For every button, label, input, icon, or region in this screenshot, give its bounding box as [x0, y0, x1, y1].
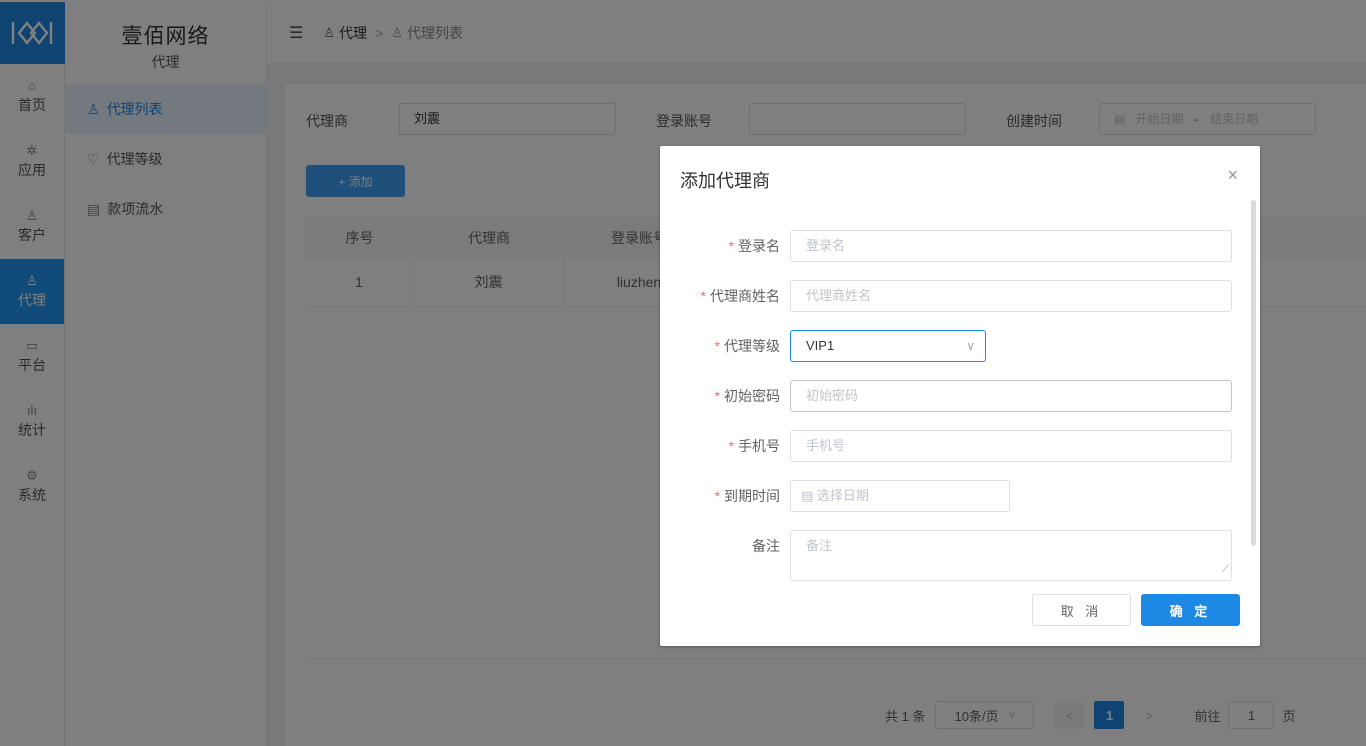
remark-textarea[interactable]: 备注 ⟋: [790, 530, 1232, 581]
expire-date-input[interactable]: ▤ 选择日期: [790, 480, 1010, 512]
agent-name-input[interactable]: 代理商姓名: [790, 280, 1232, 312]
phone-label: * 手机号: [729, 430, 780, 462]
close-icon[interactable]: ×: [1227, 165, 1238, 186]
phone-input[interactable]: 手机号: [790, 430, 1232, 462]
agent-level-select[interactable]: VIP1 ∨: [790, 330, 986, 362]
remark-placeholder: 备注: [806, 538, 833, 553]
cancel-button[interactable]: 取 消: [1032, 594, 1131, 626]
required-mark: *: [714, 388, 720, 404]
password-row: * 初始密码 初始密码: [660, 380, 1260, 412]
required-mark: *: [714, 488, 720, 504]
password-label-text: 初始密码: [724, 388, 780, 404]
required-mark: *: [728, 438, 734, 454]
agent-name-label: * 代理商姓名: [701, 280, 780, 312]
login-label-text: 登录名: [738, 238, 780, 254]
agent-level-label-text: 代理等级: [724, 338, 780, 354]
phone-row: * 手机号 手机号: [660, 430, 1260, 462]
agent-level-label: * 代理等级: [715, 330, 780, 362]
agent-level-row: * 代理等级 VIP1 ∨: [660, 330, 1260, 362]
password-label: * 初始密码: [715, 380, 780, 412]
required-mark: *: [700, 288, 706, 304]
login-input[interactable]: 登录名: [790, 230, 1232, 262]
expire-label: * 到期时间: [715, 480, 780, 512]
chevron-down-icon: ∨: [966, 339, 975, 353]
agent-name-label-text: 代理商姓名: [710, 288, 780, 304]
required-mark: *: [714, 338, 720, 354]
agent-level-value: VIP1: [806, 338, 835, 353]
remark-row: 备注 备注 ⟋: [660, 530, 1260, 581]
dialog-title: 添加代理商: [680, 171, 770, 191]
add-agent-dialog: 添加代理商 × * 登录名 登录名 * 代理商姓名 代理商姓名 * 代理等级 VIP1…: [660, 146, 1260, 646]
expire-row: * 到期时间 ▤ 选择日期: [660, 480, 1260, 512]
login-label: * 登录名: [729, 230, 780, 262]
remark-label: 备注: [752, 538, 780, 554]
resize-handle-icon[interactable]: ⟋: [1222, 562, 1229, 578]
confirm-button[interactable]: 确 定: [1141, 594, 1240, 626]
required-mark: *: [728, 238, 734, 254]
password-input[interactable]: 初始密码: [790, 380, 1232, 412]
phone-label-text: 手机号: [738, 438, 780, 454]
expire-date-placeholder: 选择日期: [816, 488, 869, 503]
agent-name-row: * 代理商姓名 代理商姓名: [660, 280, 1260, 312]
expire-label-text: 到期时间: [724, 488, 780, 504]
login-row: * 登录名 登录名: [660, 230, 1260, 262]
calendar-icon: ▤: [801, 488, 814, 503]
